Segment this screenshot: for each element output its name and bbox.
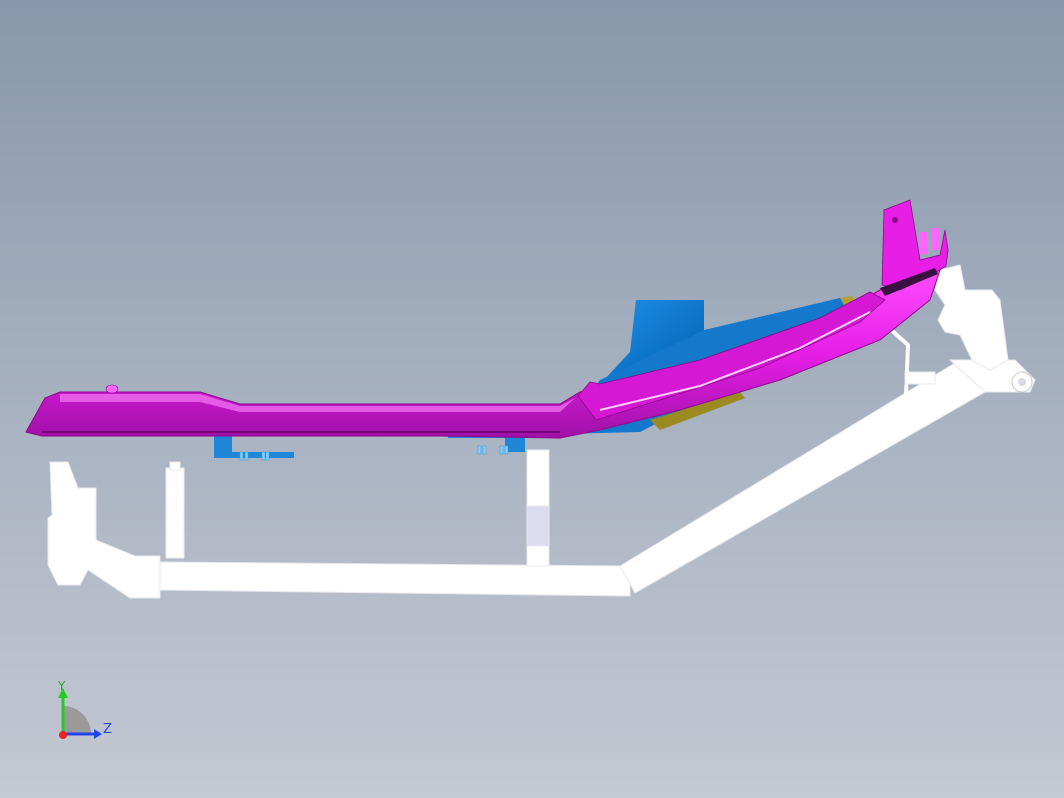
left-post[interactable] bbox=[165, 467, 185, 559]
triad-plane-quadrant bbox=[63, 706, 91, 734]
left-bracket[interactable] bbox=[47, 461, 161, 599]
z-axis-label: Z bbox=[103, 722, 112, 737]
right-upper-bracket[interactable] bbox=[934, 264, 1009, 371]
axis-triad: Y Z bbox=[57, 679, 112, 739]
y-axis-label: Y bbox=[57, 679, 66, 693]
cad-3d-viewport[interactable]: Y Z bbox=[0, 0, 1064, 798]
x-axis-origin bbox=[59, 731, 67, 739]
main-horizontal-beam[interactable] bbox=[159, 561, 631, 597]
